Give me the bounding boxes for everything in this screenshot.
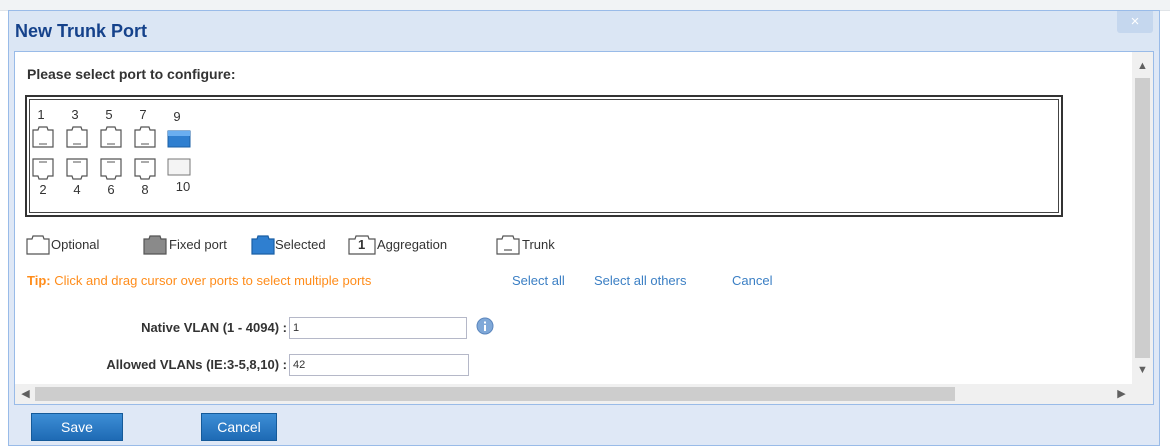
port-10[interactable] bbox=[167, 158, 191, 176]
scroll-down-icon[interactable]: ▼ bbox=[1132, 364, 1153, 376]
port-select-prompt: Please select port to configure: bbox=[27, 66, 236, 82]
save-button[interactable]: Save bbox=[31, 413, 123, 441]
dialog-footer: Save Cancel bbox=[9, 405, 1159, 445]
tip-label: Tip: bbox=[27, 273, 51, 288]
scroll-left-icon[interactable]: ◀ bbox=[15, 387, 36, 400]
close-icon: × bbox=[1130, 13, 1140, 30]
horizontal-scroll-thumb[interactable] bbox=[35, 387, 955, 401]
port-7-number: 7 bbox=[139, 107, 147, 122]
port-1[interactable] bbox=[31, 126, 55, 148]
legend-selected-label: Selected bbox=[275, 237, 326, 252]
port-3[interactable] bbox=[65, 126, 89, 148]
dialog-title: New Trunk Port bbox=[15, 21, 148, 41]
allowed-vlans-label: Allowed VLANs (IE:3-5,8,10) : bbox=[106, 357, 287, 372]
port-3-number: 3 bbox=[71, 107, 79, 122]
native-vlan-label: Native VLAN (1 - 4094) : bbox=[141, 320, 287, 335]
port-2[interactable] bbox=[31, 158, 55, 180]
port-8[interactable] bbox=[133, 158, 157, 180]
port-2-number: 2 bbox=[39, 182, 47, 197]
dialog-content: Please select port to configure: 1 3 5 7… bbox=[14, 51, 1154, 405]
cancel-button[interactable]: Cancel bbox=[201, 413, 277, 441]
native-vlan-input[interactable] bbox=[289, 317, 467, 339]
selected-port-icon bbox=[251, 235, 275, 255]
horizontal-scrollbar[interactable]: ◀ ▶ bbox=[15, 384, 1132, 404]
select-all-others-link[interactable]: Select all others bbox=[594, 273, 687, 288]
port-6-number: 6 bbox=[107, 182, 115, 197]
aggregation-badge: 1 bbox=[358, 237, 366, 252]
new-trunk-port-dialog: New Trunk Port × Please select port to c… bbox=[8, 10, 1160, 446]
legend-aggregation-label: Aggregation bbox=[377, 237, 448, 252]
close-button[interactable]: × bbox=[1117, 11, 1153, 33]
scroll-up-icon[interactable]: ▲ bbox=[1132, 60, 1153, 72]
port-4[interactable] bbox=[65, 158, 89, 180]
select-all-link[interactable]: Select all bbox=[512, 273, 565, 288]
port-6[interactable] bbox=[99, 158, 123, 180]
port-10-number: 10 bbox=[175, 179, 191, 194]
allowed-vlans-input[interactable] bbox=[289, 354, 469, 376]
scroll-right-icon[interactable]: ▶ bbox=[1111, 387, 1132, 400]
port-9-number: 9 bbox=[173, 109, 181, 124]
vertical-scroll-thumb[interactable] bbox=[1135, 78, 1150, 358]
port-1-number: 1 bbox=[37, 107, 45, 122]
dialog-titlebar[interactable]: New Trunk Port × bbox=[9, 11, 1159, 51]
port-9[interactable] bbox=[167, 130, 191, 148]
legend-optional-label: Optional bbox=[51, 237, 100, 252]
port-8-number: 8 bbox=[141, 182, 149, 197]
tip-text: Click and drag cursor over ports to sele… bbox=[54, 273, 372, 288]
port-5[interactable] bbox=[99, 126, 123, 148]
legend-fixed-port-label: Fixed port bbox=[169, 237, 227, 252]
legend-trunk-label: Trunk bbox=[522, 237, 555, 252]
vertical-scrollbar[interactable]: ▲ ▼ bbox=[1132, 52, 1153, 384]
port-7[interactable] bbox=[133, 126, 157, 148]
port-4-number: 4 bbox=[73, 182, 81, 197]
port-panel: 1 3 5 7 9 2 4 6 8 10 bbox=[25, 95, 1063, 217]
tip-row: Tip: Click and drag cursor over ports to… bbox=[27, 273, 772, 288]
scrollbar-corner bbox=[1132, 384, 1153, 404]
cancel-selection-link[interactable]: Cancel bbox=[732, 273, 772, 288]
fixed-port-icon bbox=[143, 235, 167, 255]
optional-port-icon bbox=[26, 235, 50, 255]
trunk-port-icon bbox=[496, 235, 520, 255]
port-5-number: 5 bbox=[105, 107, 113, 122]
info-icon[interactable] bbox=[476, 317, 494, 335]
